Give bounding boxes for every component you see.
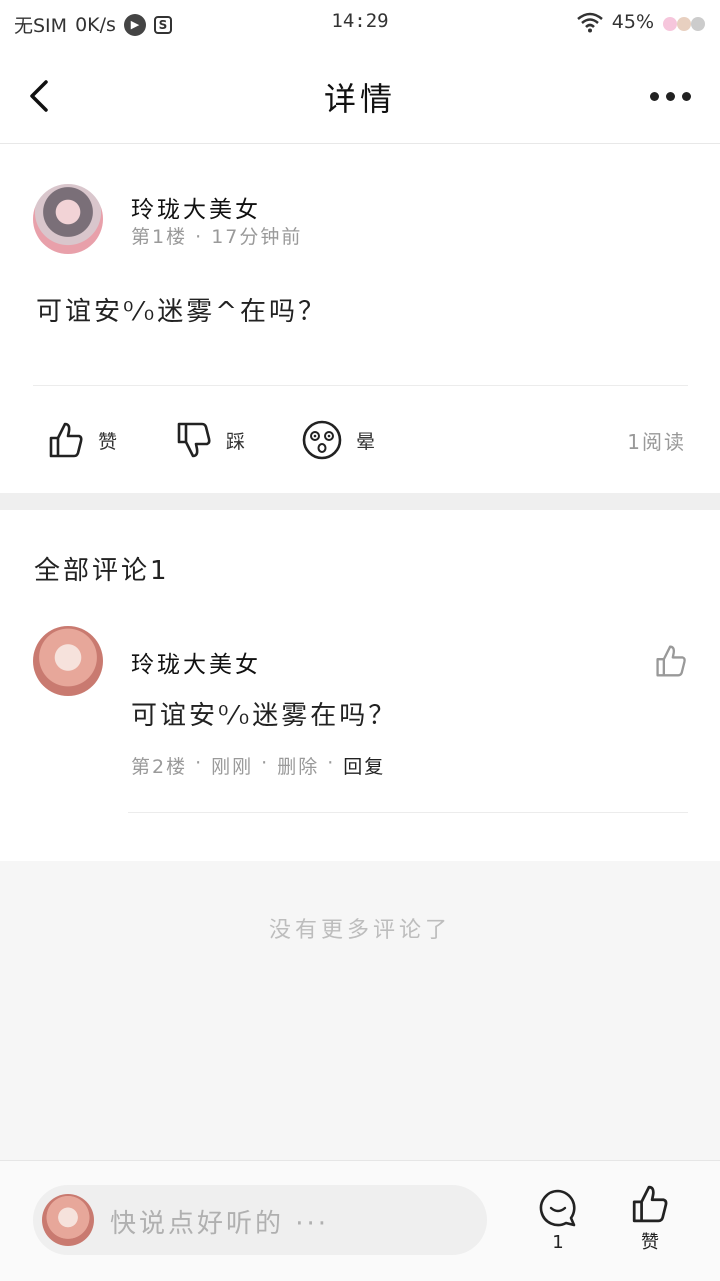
no-more-comments-text: 没有更多评论了 bbox=[268, 918, 451, 943]
emoji-icons bbox=[663, 17, 705, 31]
reply-link[interactable]: 回复 bbox=[343, 752, 385, 779]
more-dots-icon[interactable] bbox=[650, 84, 698, 108]
like-label: 赞 bbox=[641, 1232, 659, 1253]
like-button[interactable]: 赞 bbox=[628, 1184, 672, 1254]
read-count: 1阅读 bbox=[627, 430, 686, 454]
dislike-button[interactable]: 踩 bbox=[176, 418, 245, 462]
dislike-label: 踩 bbox=[226, 430, 246, 453]
avatar[interactable] bbox=[33, 626, 103, 696]
section-separator bbox=[0, 493, 720, 510]
dizzy-button[interactable]: 晕 bbox=[302, 418, 375, 462]
comments-title: 全部评论1 bbox=[34, 556, 170, 586]
avatar[interactable] bbox=[33, 184, 103, 254]
post-content: 可谊安⁰⁄₀迷雾^在吗？ bbox=[36, 297, 327, 327]
comment-bubble-icon bbox=[539, 1189, 576, 1227]
post-author-name[interactable]: 玲珑大美女 bbox=[131, 190, 261, 224]
like-label: 赞 bbox=[98, 430, 118, 453]
meta-dot: · bbox=[327, 752, 336, 774]
status-right: 45% bbox=[576, 11, 706, 33]
avatar bbox=[42, 1194, 94, 1246]
post-meta: 第1楼 · 17分钟前 bbox=[131, 226, 303, 248]
like-button[interactable]: 赞 bbox=[48, 418, 117, 462]
comment-button[interactable]: 1 bbox=[536, 1188, 580, 1253]
comment-author-name[interactable]: 玲珑大美女 bbox=[131, 645, 261, 679]
top-nav-bar: 详情 bbox=[0, 48, 720, 144]
thumbs-down-icon bbox=[177, 422, 211, 458]
status-bar: 无SIM 0K/s ▶ S 14:29 45% bbox=[0, 0, 720, 48]
divider bbox=[33, 385, 688, 386]
comment-meta: 第2楼 · 刚刚 · 删除 · 回复 bbox=[131, 752, 385, 779]
battery-text: 45% bbox=[611, 11, 654, 33]
comment-content: 可谊安⁰⁄₀迷雾在吗？ bbox=[131, 701, 398, 731]
comment-count: 1 bbox=[552, 1232, 564, 1253]
divider bbox=[128, 812, 688, 813]
thumbs-up-icon bbox=[49, 422, 83, 458]
thumbs-up-icon[interactable] bbox=[654, 644, 688, 678]
dizzy-label: 晕 bbox=[356, 430, 376, 453]
comments-end-area bbox=[0, 861, 720, 1161]
dizzy-face-icon bbox=[302, 420, 342, 460]
meta-dot: · bbox=[261, 752, 270, 774]
comment-input-placeholder[interactable]: 快说点好听的 ··· bbox=[110, 1203, 329, 1240]
meta-dot: · bbox=[195, 752, 204, 774]
comment-floor: 第2楼 bbox=[131, 756, 188, 778]
delete-link[interactable]: 删除 bbox=[277, 752, 319, 779]
page-title: 详情 bbox=[323, 80, 396, 118]
thumbs-up-icon bbox=[632, 1185, 668, 1223]
comment-time: 刚刚 bbox=[211, 756, 254, 778]
wifi-icon bbox=[576, 12, 603, 33]
